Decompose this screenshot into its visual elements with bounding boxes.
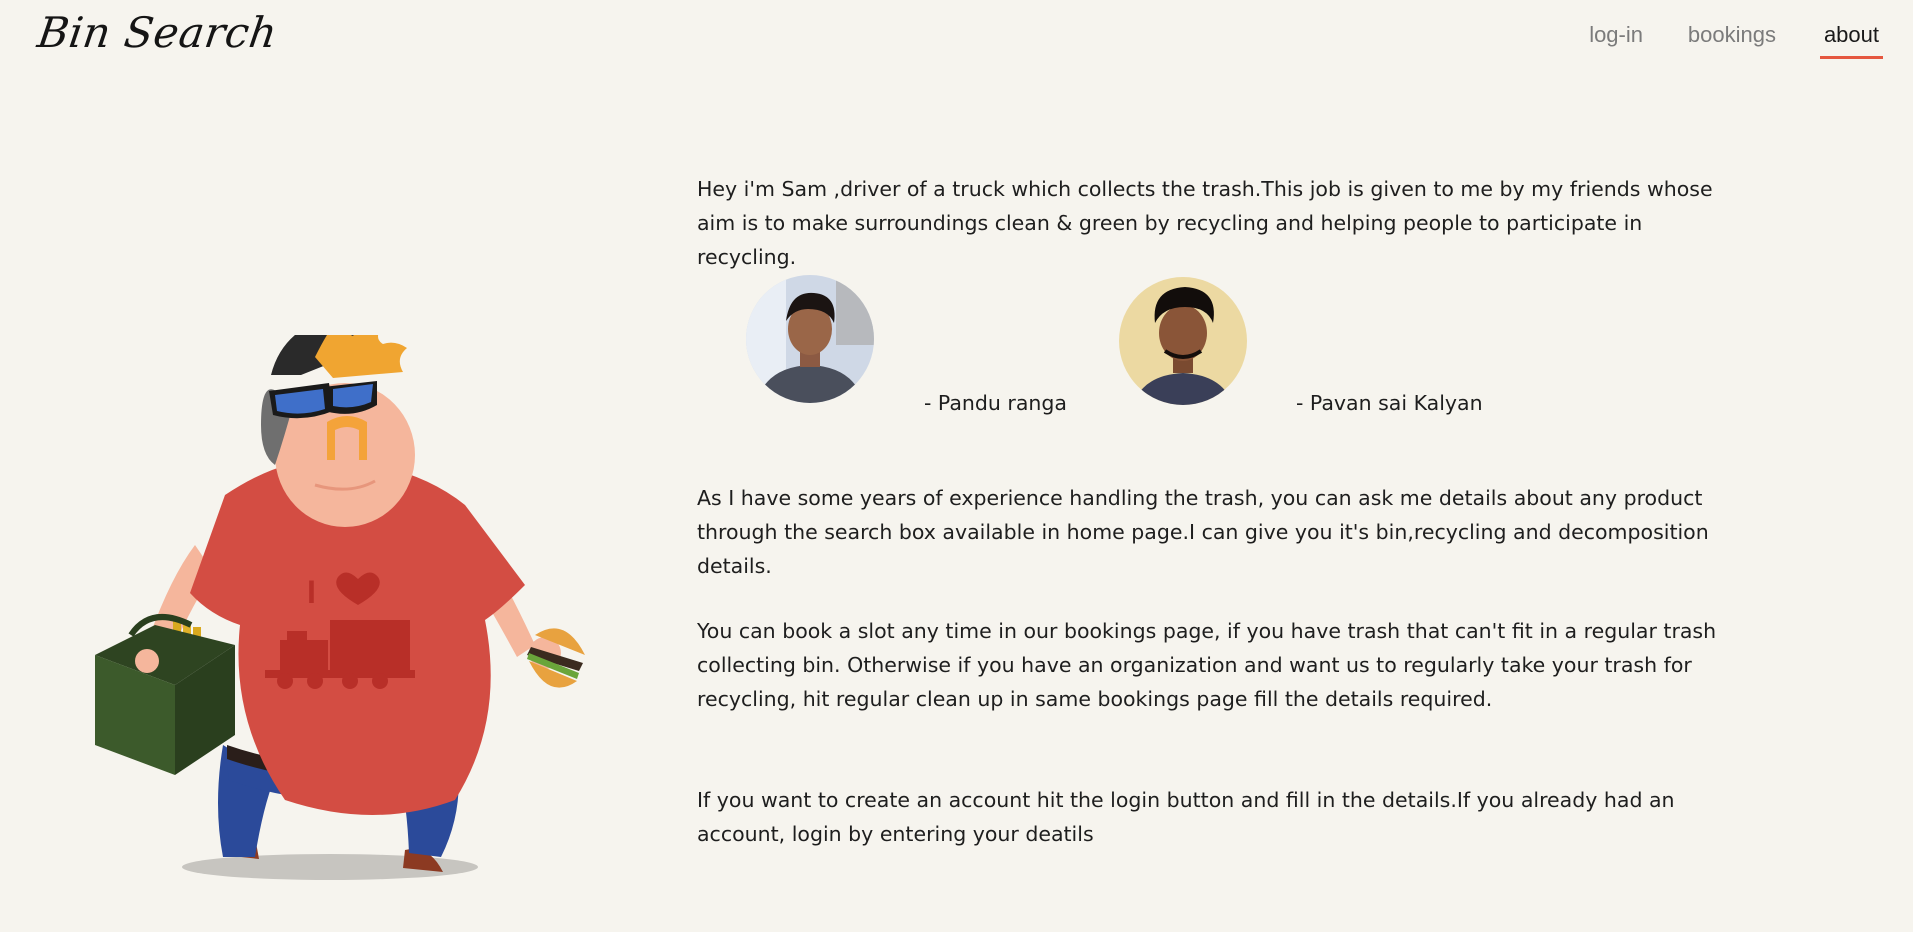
about-search-text: As I have some years of experience handl… — [697, 486, 1709, 578]
burger-icon — [527, 628, 585, 688]
about-bookings-text: You can book a slot any time in our book… — [697, 619, 1717, 711]
team-name-pandu: - Pandu ranga — [924, 391, 1067, 415]
shirt-i-text: I — [307, 574, 316, 610]
team-name-pavan: - Pavan sai Kalyan — [1296, 391, 1483, 415]
team-avatar-pandu — [746, 275, 874, 403]
team-avatar-pavan — [1119, 277, 1247, 405]
nav-bookings-link[interactable]: bookings — [1688, 22, 1776, 56]
toolbox-icon — [95, 614, 235, 775]
about-intro-text: Hey i'm Sam ,driver of a truck which col… — [697, 177, 1713, 269]
about-page: Bin Search log-in bookings about I Hey i… — [0, 0, 1913, 932]
site-logo[interactable]: Bin Search — [35, 8, 281, 57]
about-account-text: If you want to create an account hit the… — [697, 788, 1675, 846]
sam-driver-illustration: I — [75, 312, 595, 895]
nav-login-link[interactable]: log-in — [1589, 22, 1643, 56]
nav-about-link[interactable]: about — [1819, 22, 1883, 59]
